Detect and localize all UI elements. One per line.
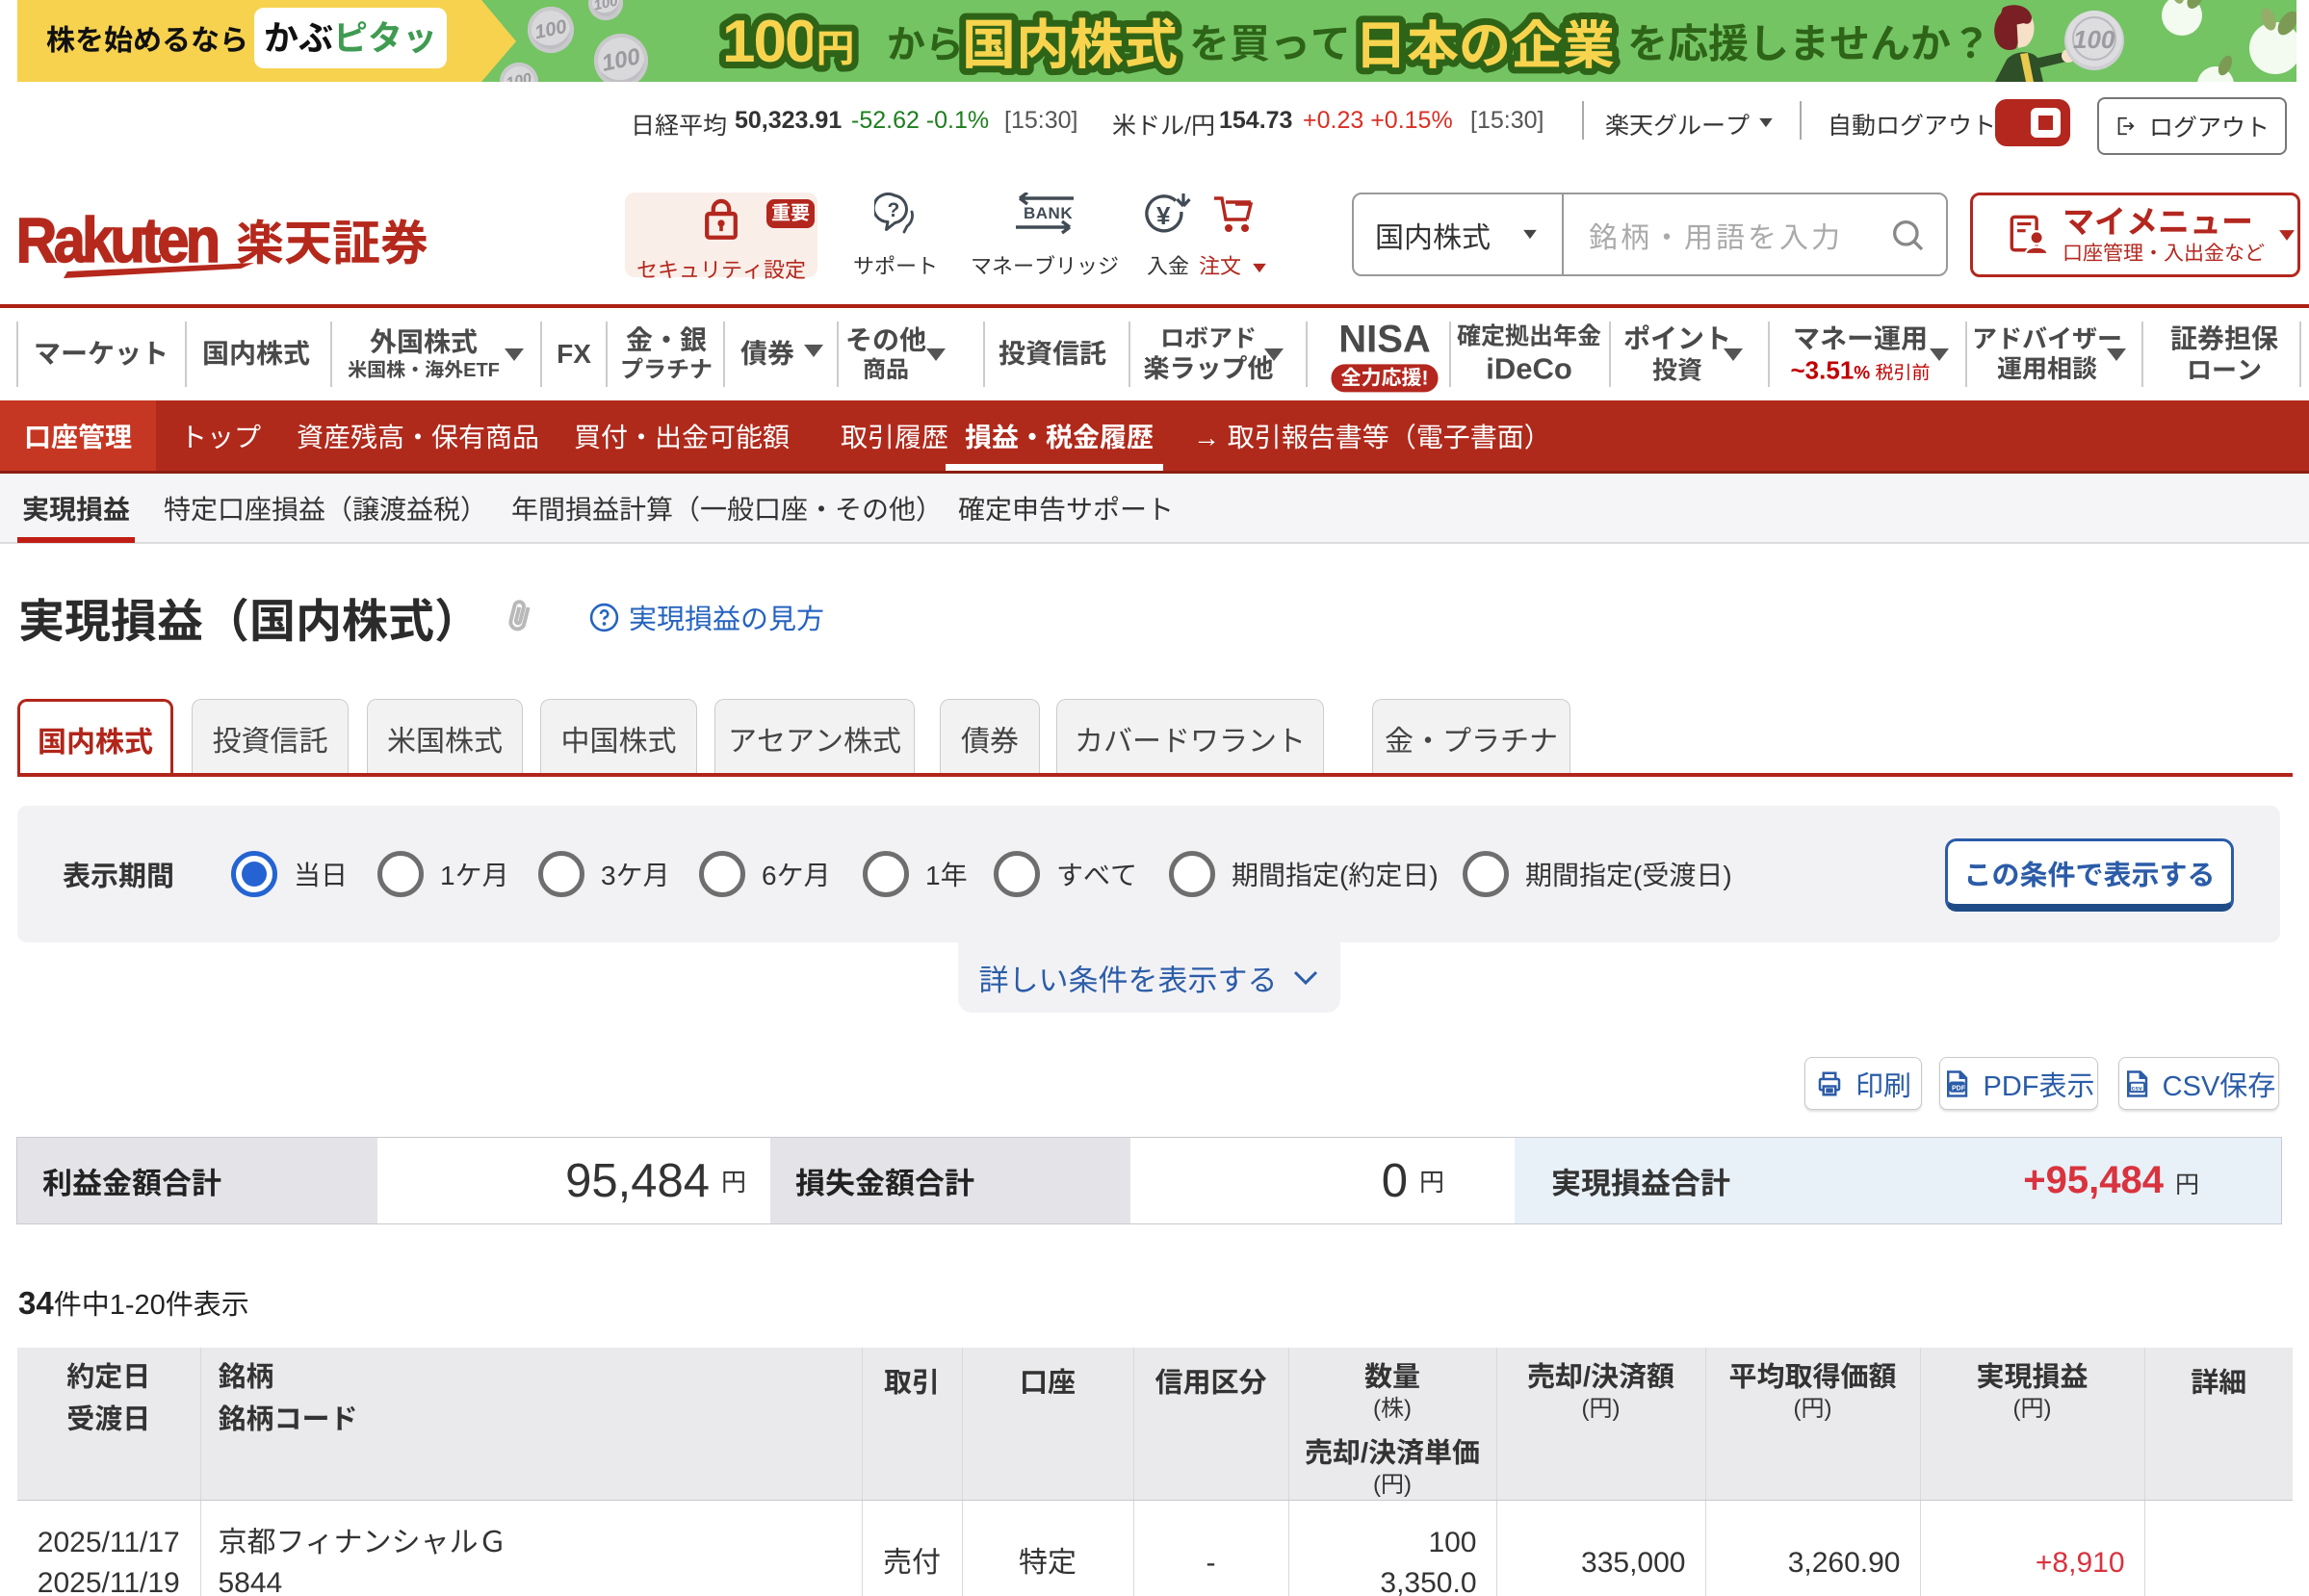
svg-text:を買って: を買って <box>1189 21 1351 66</box>
svg-text:を応援しませんか？: を応援しませんか？ <box>1627 21 1991 66</box>
svg-text:BANK: BANK <box>1024 204 1073 222</box>
svg-text:100: 100 <box>2073 25 2115 54</box>
svg-text:Rakuten: Rakuten <box>19 205 218 276</box>
svg-text:csv: csv <box>2131 1085 2142 1092</box>
svg-text:楽天証券: 楽天証券 <box>236 217 428 270</box>
svg-text:日本の企業: 日本の企業 <box>1355 17 1615 75</box>
svg-text:?: ? <box>888 199 900 221</box>
svg-text:¥: ¥ <box>1156 201 1171 230</box>
svg-text:国内株式: 国内株式 <box>962 14 1178 75</box>
svg-text:PDF: PDF <box>1952 1085 1966 1092</box>
svg-text:100円: 100円 <box>722 9 852 75</box>
svg-text:から: から <box>887 24 964 66</box>
